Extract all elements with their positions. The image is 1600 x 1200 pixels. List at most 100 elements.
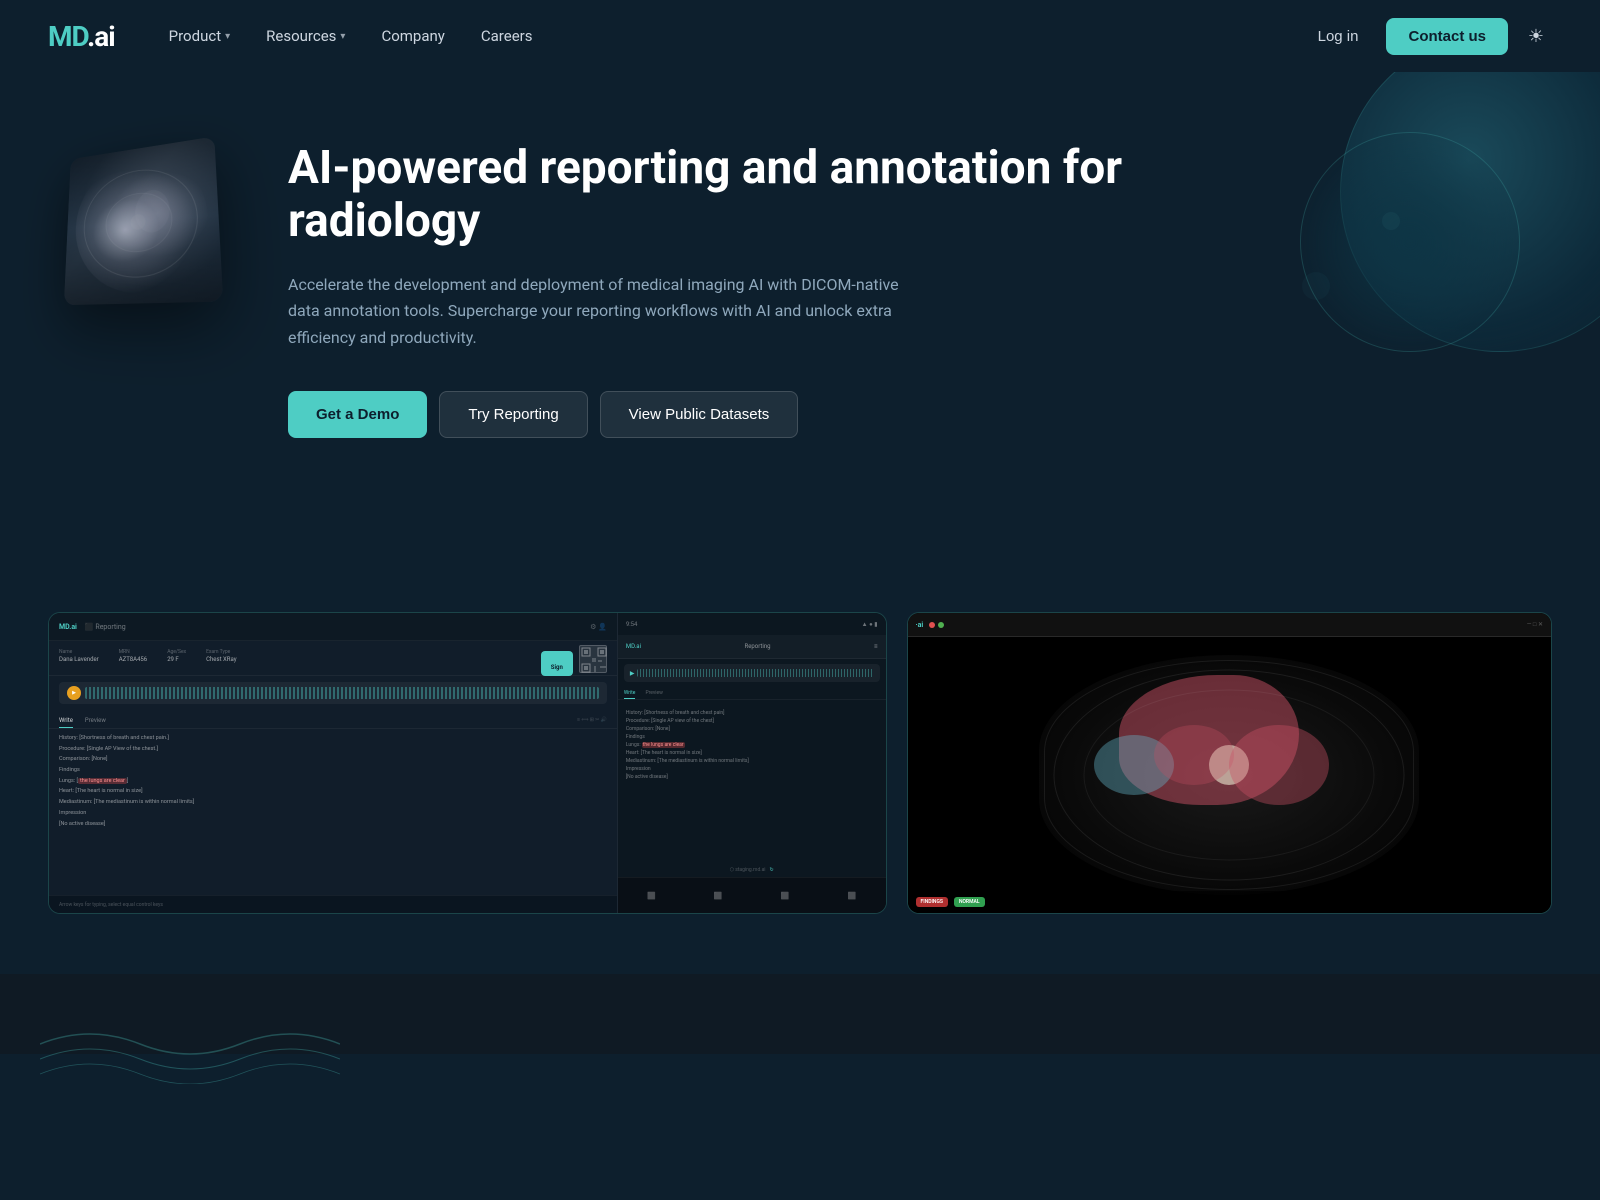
mock-info-row-1: Name Dana Lavender MRN AZT8A456 Age/Sex … bbox=[59, 649, 607, 663]
mock-logo: MD.ai bbox=[59, 623, 77, 631]
mock-line-heart: Heart: [The heart is normal in size] bbox=[59, 788, 607, 796]
mock-mobile-tab-preview[interactable]: Preview bbox=[645, 690, 662, 699]
mock-tab-preview[interactable]: Preview bbox=[85, 714, 106, 728]
contact-button[interactable]: Contact us bbox=[1386, 18, 1508, 55]
ct-cube bbox=[58, 142, 238, 322]
mock-mobile-audio: ▶ bbox=[624, 664, 880, 682]
ct-viewer-screenshot: ·ai — □ ✕ bbox=[907, 612, 1552, 914]
mock-audio-bar: ▶ bbox=[59, 682, 607, 704]
mock-mobile-nav-icon-1[interactable]: ⬜ bbox=[647, 892, 656, 900]
reporting-mockup: MD.ai ⬛ Reporting ⚙ 👤 Name Dana Lavender… bbox=[49, 613, 886, 913]
hero-subtext: Accelerate the development and deploymen… bbox=[288, 272, 928, 351]
ct-spine-overlay bbox=[1209, 745, 1249, 785]
mock-mobile-status-bar: 9:54 ▲ ● ▮ bbox=[618, 613, 886, 635]
nav-link-careers[interactable]: Careers bbox=[467, 19, 547, 53]
mock-mobile-line-7: Mediastinum: [The mediastinum is within … bbox=[626, 758, 878, 764]
mock-sign-button[interactable]: Sign bbox=[541, 651, 573, 676]
mock-mobile-line-5: Lungs: the lungs are clear bbox=[626, 742, 878, 748]
mock-mobile-line-6: Heart: [The heart is normal in size] bbox=[626, 750, 878, 756]
ct-topbar: ·ai — □ ✕ bbox=[908, 613, 1551, 637]
mock-line-comparison: Comparison: [None] bbox=[59, 756, 607, 764]
mock-mobile-highlight: the lungs are clear bbox=[642, 742, 685, 748]
mock-highlight-lungs: the lungs are clear bbox=[78, 778, 127, 784]
ct-badge-findings: FINDINGS bbox=[916, 897, 948, 907]
hero-buttons: Get a Demo Try Reporting View Public Dat… bbox=[288, 391, 1148, 438]
mock-mobile-icons: ▲ ● ▮ bbox=[862, 621, 878, 628]
mock-line-lungs: Lungs: [the lungs are clear] bbox=[59, 778, 607, 786]
mock-mobile-line-2: Procedure: [Single AP view of the chest] bbox=[626, 718, 878, 724]
deco-circle-small bbox=[1300, 132, 1520, 352]
deco-dot-1 bbox=[1382, 212, 1400, 230]
ct-organs bbox=[1039, 655, 1419, 895]
logo[interactable]: MD.ai bbox=[48, 20, 115, 53]
mock-info-type: Exam Type Chest XRay bbox=[206, 649, 236, 663]
mock-mobile-tab-write[interactable]: Write bbox=[624, 690, 636, 699]
ct-viewer-mockup: ·ai — □ ✕ bbox=[908, 613, 1551, 913]
mock-refresh-icon: ↻ bbox=[770, 867, 774, 873]
mock-mobile-bottom-nav: ⬜ ⬜ ⬜ ⬜ bbox=[618, 877, 886, 913]
mock-waveform bbox=[85, 687, 599, 699]
ct-badge-normal: NORMAL bbox=[954, 897, 985, 907]
ct-logo: ·ai bbox=[916, 621, 924, 629]
try-reporting-button[interactable]: Try Reporting bbox=[439, 391, 587, 438]
mock-tab-write[interactable]: Write bbox=[59, 714, 73, 728]
mock-mobile-nav-icon-3[interactable]: ⬜ bbox=[781, 892, 790, 900]
hero-text: AI-powered reporting and annotation for … bbox=[288, 132, 1148, 438]
mock-line-impression-header: Impression bbox=[59, 810, 607, 818]
ct-nav-dots bbox=[929, 622, 944, 628]
ct-viewport bbox=[908, 637, 1551, 913]
nav-link-company[interactable]: Company bbox=[367, 19, 458, 53]
hero-section: AI-powered reporting and annotation for … bbox=[0, 72, 1600, 592]
ct-scan-lines bbox=[64, 136, 223, 305]
hero-headline: AI-powered reporting and annotation for … bbox=[288, 142, 1148, 248]
mock-toolbar-icons: ≡ ⟺ ⊞ ✂ 🔊 bbox=[577, 714, 607, 728]
ct-lung-overlay bbox=[1094, 735, 1174, 795]
mock-status-text: Arrow keys for typing, select equal cont… bbox=[59, 902, 163, 908]
mock-info-age: Age/Sex 29 F bbox=[167, 649, 186, 663]
nav-links: Product ▾ Resources ▾ Company Careers bbox=[155, 19, 547, 53]
mock-staging-label: ⬡ staging.md.ai bbox=[730, 867, 766, 873]
mock-mobile-content: History: [Shortness of breath and chest … bbox=[618, 704, 886, 788]
ct-cube-inner bbox=[64, 136, 223, 305]
mock-mobile-footer: ⬡ staging.md.ai ↻ bbox=[618, 867, 886, 873]
mock-mobile-line-1: History: [Shortness of breath and chest … bbox=[626, 710, 878, 716]
bottom-section bbox=[0, 974, 1600, 1054]
mock-tabs-row: Write Preview ≡ ⟺ ⊞ ✂ 🔊 bbox=[49, 710, 617, 729]
mock-topbar: MD.ai ⬛ Reporting ⚙ 👤 bbox=[49, 613, 617, 641]
mock-mobile-nav-icon-4[interactable]: ⬜ bbox=[848, 892, 857, 900]
mock-mobile-logo: MD.ai bbox=[626, 643, 641, 650]
mock-editor: History: [Shortness of breath and chest … bbox=[49, 729, 617, 837]
mock-mobile-time: 9:54 bbox=[626, 621, 638, 628]
mock-mobile-nav-icon-2[interactable]: ⬜ bbox=[714, 892, 723, 900]
mock-mobile-play-icon: ▶ bbox=[630, 670, 635, 677]
navbar: MD.ai Product ▾ Resources ▾ Company Care… bbox=[0, 0, 1600, 72]
mock-line-findings-header: Findings bbox=[59, 767, 607, 775]
nav-right: Log in Contact us ☀ bbox=[1302, 18, 1552, 55]
nav-link-product[interactable]: Product ▾ bbox=[155, 19, 244, 53]
mock-play-button[interactable]: ▶ bbox=[67, 686, 81, 700]
theme-toggle-button[interactable]: ☀ bbox=[1520, 20, 1552, 52]
ct-topbar-left: ·ai bbox=[916, 621, 945, 629]
mock-patient-info: Name Dana Lavender MRN AZT8A456 Age/Sex … bbox=[49, 641, 617, 676]
mock-info-mrn: MRN AZT8A456 bbox=[119, 649, 148, 663]
mock-line-procedure: Procedure: [Single AP View of the chest.… bbox=[59, 746, 607, 754]
wave-decoration bbox=[40, 984, 340, 1084]
logo-white: .ai bbox=[87, 20, 115, 53]
deco-dot-2 bbox=[1302, 272, 1330, 300]
mock-mobile-line-9: [No active disease] bbox=[626, 774, 878, 780]
view-datasets-button[interactable]: View Public Datasets bbox=[600, 391, 799, 438]
mock-line-mediastinum: Mediastinum: [The mediastinum is within … bbox=[59, 799, 607, 807]
chevron-down-icon: ▾ bbox=[225, 31, 230, 42]
mock-line-history: History: [Shortness of breath and chest … bbox=[59, 735, 607, 743]
login-button[interactable]: Log in bbox=[1302, 20, 1375, 53]
nav-link-resources[interactable]: Resources ▾ bbox=[252, 19, 359, 53]
deco-circle-large bbox=[1340, 72, 1600, 352]
get-demo-button[interactable]: Get a Demo bbox=[288, 391, 427, 438]
mock-qr-code bbox=[579, 645, 607, 673]
sun-icon: ☀ bbox=[1528, 26, 1544, 47]
mock-icons-row: ⚙ 👤 bbox=[590, 623, 607, 631]
mock-mobile-header: MD.ai Reporting ≡ bbox=[618, 635, 886, 659]
mock-mobile-waveform bbox=[637, 669, 873, 677]
mock-mobile-line-4: Findings bbox=[626, 734, 878, 740]
ct-window-controls: — □ ✕ bbox=[1527, 621, 1543, 628]
